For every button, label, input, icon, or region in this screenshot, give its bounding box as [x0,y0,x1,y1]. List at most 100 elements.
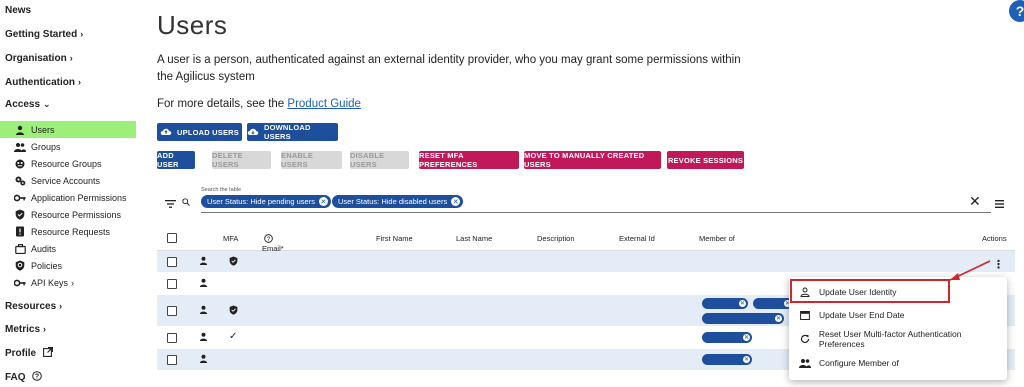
svg-text:?: ? [267,236,271,243]
filter-chip-disabled[interactable]: User Status: Hide disabled users ✕ [332,195,464,208]
mfa-shield-icon [229,256,238,268]
briefcase-icon [14,243,26,255]
person-icon [199,332,208,343]
help-circle-icon: ? [264,234,273,243]
chevron-right-icon: › [43,324,47,334]
cloud-download-icon [247,127,259,137]
close-icon: ✕ [743,334,750,341]
member-of-pill[interactable]: ✕ [702,298,748,309]
sidebar-item-groups[interactable]: Groups [0,138,136,155]
sidebar-item-service-accounts[interactable]: Service Accounts [0,172,136,189]
request-icon [14,226,26,238]
row-checkbox[interactable] [167,333,177,343]
resource-groups-icon [14,158,26,170]
delete-users-button[interactable]: DELETE USERS [212,151,271,169]
product-guide-link[interactable]: Product Guide [287,98,361,110]
filter-chip-pending[interactable]: User Status: Hide pending users ✕ [201,195,331,208]
row-checkbox[interactable] [167,306,177,316]
sidebar-item-audits[interactable]: Audits [0,240,136,257]
calendar-icon [799,310,811,320]
page-title: Users [157,10,228,40]
sidebar-item-api-keys[interactable]: API Keys › [0,274,136,291]
row-checkbox[interactable] [167,355,177,365]
clear-search-icon[interactable]: ✕ [969,193,981,210]
sidebar-item-resource-permissions[interactable]: Resource Permissions [0,206,136,223]
member-of-pill[interactable]: ✕ [702,332,752,343]
move-to-manually-created-button[interactable]: MOVE TO MANUALLY CREATED USERS [524,151,661,169]
sidebar-item-resource-groups[interactable]: Resource Groups [0,155,136,172]
key-icon [14,277,26,289]
table-header: MFA Email* ? First Name Last Name Descri… [157,224,1015,253]
sidebar-item-policies[interactable]: Policies [0,257,136,274]
close-icon: ✕ [739,300,746,307]
close-icon: ✕ [743,356,750,363]
table-row[interactable] [157,251,1015,273]
filter-icon[interactable] [165,195,176,213]
sidebar-item-getting-started[interactable]: Getting Started › [5,29,83,40]
cloud-upload-icon [160,127,172,137]
chevron-right-icon: › [78,77,81,87]
member-of-pill[interactable]: ✕ [753,298,793,309]
group-icon [799,358,811,368]
menu-icon[interactable] [995,195,1004,213]
sidebar-item-metrics[interactable]: Metrics › [5,324,46,335]
search-label: Search the table [201,187,242,193]
person-icon [14,124,26,136]
person-icon [199,256,208,267]
service-accounts-icon [14,175,26,187]
policy-icon [14,260,26,272]
sidebar-item-access[interactable]: Access ⌄ [5,99,51,110]
mfa-shield-icon [229,305,238,317]
download-users-button[interactable]: DOWNLOAD USERS [247,123,338,141]
users-page: News Getting Started › Organisation › Auth… [0,0,1024,387]
shield-icon [14,209,26,221]
row-checkbox[interactable] [167,279,177,289]
email-header[interactable]: Email* ? [262,234,284,253]
more-details: For more details, see the Product Guide [157,98,361,110]
person-icon [199,278,208,289]
update-user-end-date-item[interactable]: Update User End Date [789,304,1007,326]
sidebar-item-faq[interactable]: FAQ ? [5,371,43,384]
help-button[interactable]: ? [1009,0,1024,22]
revoke-sessions-button[interactable]: REVOKE SESSIONS [667,151,744,169]
external-link-icon [42,347,53,360]
group-icon [14,141,26,153]
row-checkbox[interactable] [167,257,177,267]
key-icon [14,192,26,204]
sidebar-item-profile[interactable]: Profile [5,347,53,360]
member-of-pill[interactable]: ✕ [702,354,752,365]
row-actions-kebab-icon[interactable]: ⋮ [993,258,1004,271]
chevron-right-icon: › [71,277,75,288]
disable-users-button[interactable]: DISABLE USERS [350,151,409,169]
reset-mfa-preferences-button[interactable]: RESET MFA PREFERENCES [419,151,519,169]
select-all-checkbox[interactable] [167,233,177,243]
enable-users-button[interactable]: ENABLE USERS [281,151,342,169]
sidebar-item-authentication[interactable]: Authentication › [5,77,81,88]
upload-users-button[interactable]: UPLOAD USERS [157,123,242,141]
add-user-button[interactable]: ADD USER [157,151,195,169]
close-icon[interactable]: ✕ [318,197,328,206]
search-input-underline [201,212,991,213]
svg-text:?: ? [35,374,39,381]
person-icon [199,354,208,365]
sidebar-item-application-permissions[interactable]: Application Permissions [0,189,136,206]
reset-mfa-preferences-item[interactable]: Reset User Multi-factor Authentication P… [789,328,1007,350]
close-icon[interactable]: ✕ [451,197,461,206]
sidebar-item-news[interactable]: News [5,5,31,16]
search-icon [182,193,190,211]
help-circle-icon: ? [32,371,43,384]
person-icon [199,305,208,316]
member-of-pill[interactable]: ✕ [702,313,784,324]
sidebar-item-organisation[interactable]: Organisation › [5,53,73,64]
chevron-down-icon: ⌄ [43,99,51,109]
sidebar: News Getting Started › Organisation › Auth… [0,0,136,387]
chevron-right-icon: › [80,29,84,39]
check-icon: ✓ [229,331,238,342]
configure-member-of-item[interactable]: Configure Member of [789,352,1007,374]
sidebar-item-resource-requests[interactable]: Resource Requests [0,223,136,240]
highlight-annotation-box [790,279,950,303]
sidebar-item-users[interactable]: Users [0,121,136,138]
chevron-right-icon: › [59,301,63,311]
chevron-right-icon: › [69,53,73,63]
sidebar-item-resources[interactable]: Resources › [5,301,62,312]
